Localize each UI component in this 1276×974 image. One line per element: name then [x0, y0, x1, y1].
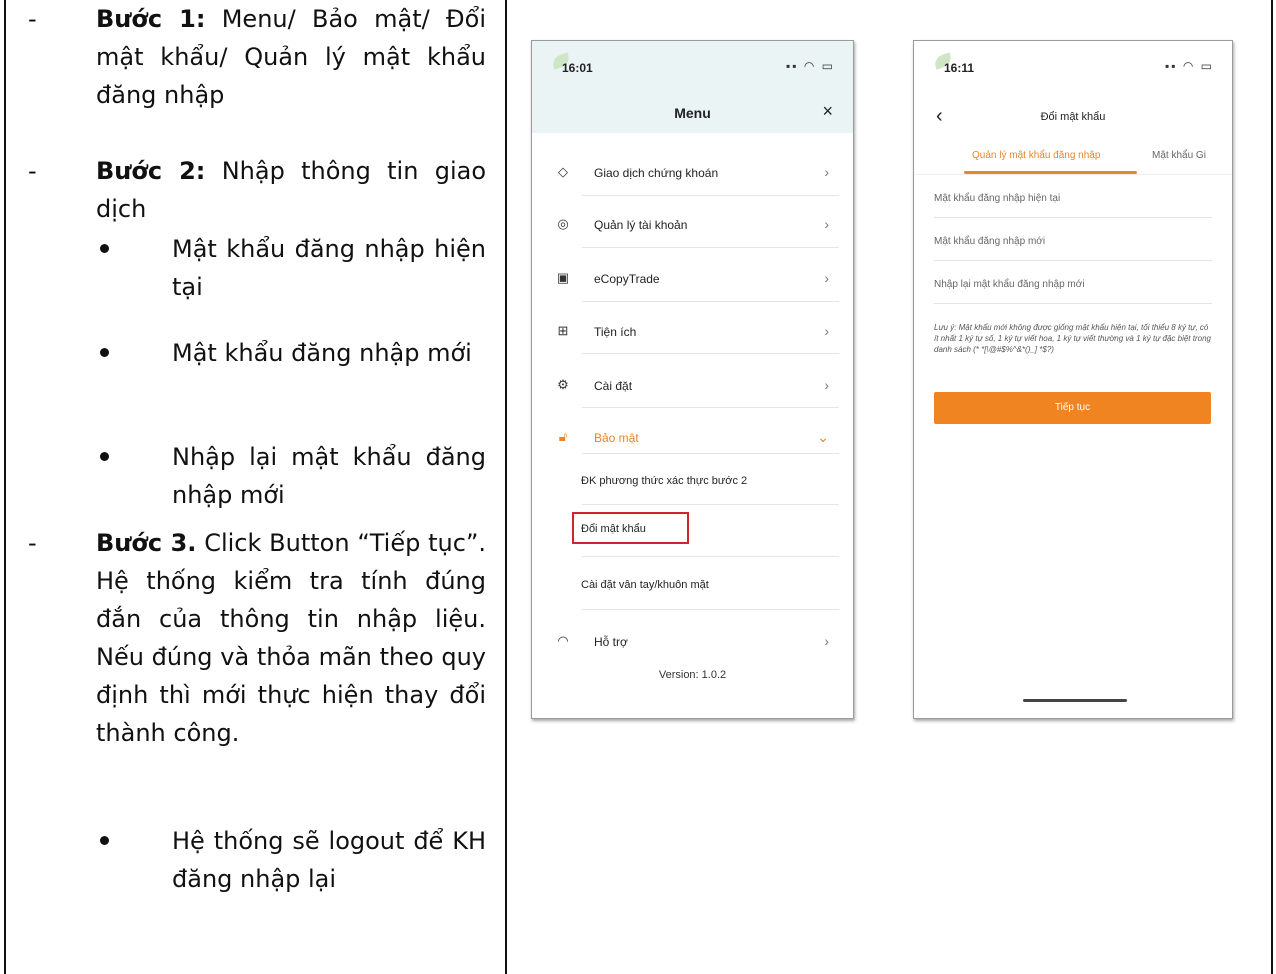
divider	[582, 247, 839, 248]
menu-item-label: Tiện ích	[594, 325, 637, 339]
chevron-right-icon: ›	[824, 377, 829, 393]
signal-wifi-battery-icon: ▪▪ ◠ ▭	[786, 59, 835, 73]
menu-item-support[interactable]: ◠ Hỗ trợ ›	[532, 623, 853, 663]
user-circle-icon: ◎	[557, 216, 569, 231]
menu-item-label: Cài đặt	[594, 379, 633, 393]
step-1-label: Bước 1:	[96, 5, 206, 33]
tab-divider	[914, 174, 1232, 175]
new-password-field[interactable]: Mật khẩu đăng nhập mới	[934, 236, 1212, 247]
menu-item-ecopytrade[interactable]: ▣ eCopyTrade ›	[532, 260, 853, 300]
divider	[582, 609, 839, 610]
menu-item-label: Bảo mật	[594, 431, 639, 445]
dash-marker: -	[28, 157, 37, 185]
divider	[582, 453, 839, 454]
field-underline	[934, 260, 1212, 261]
step-2-text: Bước 2: Nhập thông tin giao dịch	[96, 152, 486, 228]
document-icon: ▣	[556, 270, 570, 285]
status-time: 16:01	[562, 61, 593, 75]
tab-active-indicator	[964, 171, 1137, 174]
bullet-text: Mật khẩu đăng nhập hiện tại	[172, 235, 486, 301]
headset-icon: ◠	[557, 633, 569, 648]
status-bar: 16:01 ▪▪ ◠ ▭	[532, 41, 853, 87]
chevron-right-icon: ›	[824, 270, 829, 286]
field-underline	[934, 217, 1212, 218]
divider	[582, 556, 839, 557]
close-icon[interactable]: ×	[822, 101, 833, 122]
home-indicator	[1023, 699, 1127, 702]
tab-login-password[interactable]: Quản lý mật khẩu đăng nhập	[972, 150, 1100, 161]
status-bar: 16:11 ▪▪ ◠ ▭	[914, 41, 1232, 87]
divider	[582, 504, 839, 505]
divider	[582, 195, 839, 196]
menu-item-label: Hỗ trợ	[594, 635, 628, 649]
step-2-label: Bước 2:	[96, 157, 206, 185]
tag-icon: ◇	[558, 164, 568, 179]
step-1-text: Bước 1: Menu/ Bảo mật/ Đổi mật khẩu/ Quả…	[96, 0, 486, 114]
menu-item-settings[interactable]: ⚙ Cài đặt ›	[532, 367, 853, 407]
signal-wifi-battery-icon: ▪▪ ◠ ▭	[1165, 59, 1214, 73]
dash-marker: -	[28, 5, 37, 33]
bullet-text: Nhập lại mật khẩu đăng nhập mới	[172, 443, 486, 509]
sub-item-change-password[interactable]: Đổi mật khẩu	[581, 523, 646, 535]
chevron-right-icon: ›	[824, 216, 829, 232]
sub-item-2fa[interactable]: ĐK phương thức xác thực bước 2	[581, 475, 747, 487]
current-password-field[interactable]: Mật khẩu đăng nhập hiện tại	[934, 193, 1212, 204]
continue-button[interactable]: Tiếp tục	[934, 392, 1211, 424]
status-time: 16:11	[944, 61, 975, 75]
lock-icon: 🔓︎	[558, 429, 568, 444]
tab-transaction-password[interactable]: Mật khẩu Gi	[1152, 150, 1206, 161]
divider	[582, 407, 839, 408]
field-underline	[934, 303, 1212, 304]
menu-item-utilities[interactable]: ⊞ Tiện ích ›	[532, 313, 853, 353]
menu-item-trading[interactable]: ◇ Giao dịch chứng khoán ›	[532, 154, 853, 194]
divider	[582, 353, 839, 354]
bullet-text: Hệ thống sẽ logout để KH đăng nhập lại	[172, 827, 486, 893]
bullet-dot	[100, 348, 109, 357]
menu-title: Menu	[674, 105, 711, 121]
page-title: Đổi mật khẩu	[1040, 111, 1106, 123]
step-3-label: Bước 3.	[96, 529, 197, 557]
chevron-right-icon: ›	[824, 633, 829, 649]
menu-item-label: Giao dịch chứng khoán	[594, 166, 719, 180]
menu-item-account[interactable]: ◎ Quản lý tài khoản ›	[532, 206, 853, 246]
gear-icon: ⚙	[557, 377, 569, 392]
menu-screenshot: 16:01 ▪▪ ◠ ▭ Menu × ◇ Giao dịch chứng kh…	[531, 40, 854, 719]
table-border-left	[4, 0, 6, 974]
confirm-password-field[interactable]: Nhập lại mật khẩu đăng nhập mới	[934, 279, 1212, 290]
chevron-right-icon: ›	[824, 164, 829, 180]
divider	[582, 301, 839, 302]
bullet-text: Mật khẩu đăng nhập mới	[172, 339, 472, 367]
table-border-right	[1271, 0, 1273, 974]
sub-item-biometric[interactable]: Cài đặt vân tay/khuôn mặt	[581, 579, 709, 591]
step-3-text: Bước 3. Click Button “Tiếp tục”. Hệ thốn…	[96, 524, 486, 752]
chevron-down-icon: ⌄	[817, 429, 829, 445]
dash-marker: -	[28, 529, 37, 557]
version-label: Version: 1.0.2	[658, 669, 727, 681]
bullet-dot	[100, 244, 109, 253]
chevron-right-icon: ›	[824, 323, 829, 339]
menu-item-label: Quản lý tài khoản	[594, 218, 688, 232]
grid-plus-icon: ⊞	[557, 323, 569, 338]
password-rule-note: Lưu ý: Mật khẩu mới không được giống mật…	[934, 323, 1211, 354]
table-border-middle	[505, 0, 507, 974]
change-password-screenshot: 16:11 ▪▪ ◠ ▭ ‹ Đổi mật khẩu Quản lý mật …	[913, 40, 1233, 719]
step-3-body: Click Button “Tiếp tục”. Hệ thống kiểm t…	[96, 529, 487, 747]
menu-item-label: eCopyTrade	[594, 272, 660, 286]
bullet-dot	[100, 836, 109, 845]
bullet-dot	[100, 452, 109, 461]
